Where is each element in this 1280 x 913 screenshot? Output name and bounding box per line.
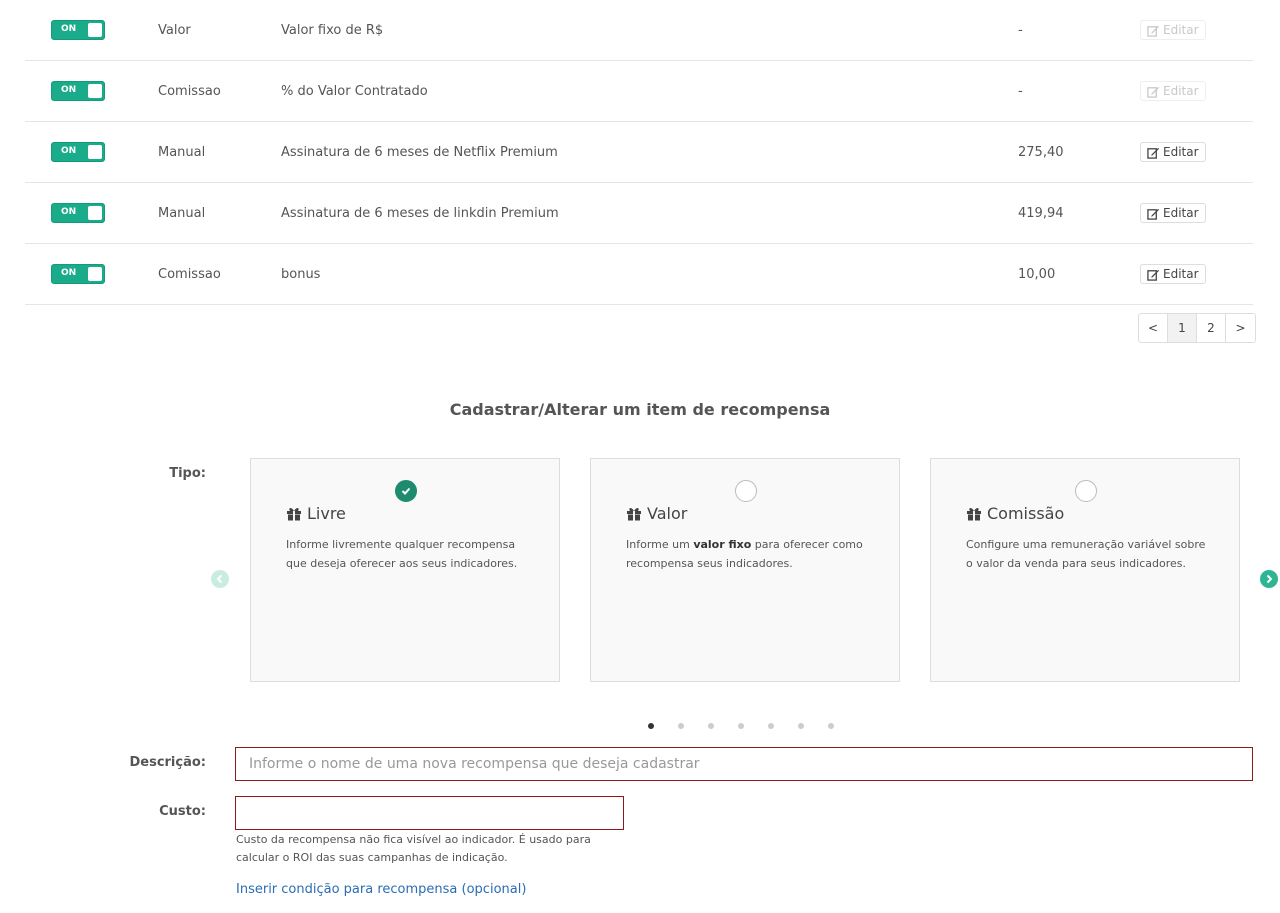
- table-row: ON Comissao % do Valor Contratado - Editar: [25, 61, 1253, 122]
- card-text: Configure uma remuneração variável sobre…: [966, 538, 1206, 570]
- table-row: ON Manual Assinatura de 6 meses de linkdin…: [25, 183, 1253, 244]
- edit-button-label: Editar: [1163, 84, 1199, 98]
- pagination-page-1[interactable]: 1: [1168, 314, 1197, 342]
- toggle-knob: [88, 23, 102, 37]
- selected-check-icon[interactable]: [395, 480, 417, 502]
- carousel-dots: [648, 723, 834, 729]
- reward-type-card-2[interactable]: Valor Informe um valor fixo para oferecer…: [590, 458, 900, 682]
- pagination: < 1 2 >: [1138, 313, 1256, 343]
- toggle-knob: [88, 206, 102, 220]
- pagination-page-2[interactable]: 2: [1197, 314, 1226, 342]
- table-row: ON Comissao bonus 10,00 Editar: [25, 244, 1253, 305]
- reward-value: 419,94: [1018, 205, 1064, 221]
- status-toggle[interactable]: ON: [51, 20, 105, 40]
- card-description: Configure uma remuneração variável sobre…: [966, 535, 1206, 573]
- status-toggle[interactable]: ON: [51, 81, 105, 101]
- carousel-dot[interactable]: [738, 723, 744, 729]
- custo-input[interactable]: [235, 796, 624, 830]
- card-title-text: Livre: [307, 504, 346, 523]
- carousel-dot[interactable]: [648, 723, 654, 729]
- status-toggle[interactable]: ON: [51, 264, 105, 284]
- card-title-text: Valor: [647, 504, 688, 523]
- toggle-label: ON: [61, 146, 77, 156]
- edit-button[interactable]: Editar: [1140, 142, 1206, 162]
- reward-description: bonus: [281, 266, 321, 282]
- reward-description: Valor fixo de R$: [281, 22, 384, 38]
- card-text-bold: valor fixo: [693, 538, 752, 551]
- edit-icon: [1147, 25, 1160, 37]
- tipo-label: Tipo:: [169, 466, 206, 481]
- reward-type: Valor: [158, 22, 191, 38]
- table-row: ON Manual Assinatura de 6 meses de Netflix…: [25, 122, 1253, 183]
- edit-icon: [1147, 147, 1160, 159]
- carousel-dot[interactable]: [798, 723, 804, 729]
- reward-value: 10,00: [1018, 266, 1056, 282]
- carousel-dot[interactable]: [828, 723, 834, 729]
- card-description: Informe livremente qualquer recompensa q…: [286, 535, 526, 573]
- reward-description: Assinatura de 6 meses de linkdin Premium: [281, 205, 559, 221]
- toggle-label: ON: [61, 268, 77, 278]
- reward-type: Comissao: [158, 83, 221, 99]
- card-text: Informe um: [626, 538, 694, 551]
- radio-button[interactable]: [1075, 480, 1097, 502]
- card-title: Comissão: [966, 504, 1064, 523]
- carousel-dot[interactable]: [768, 723, 774, 729]
- edit-button[interactable]: Editar: [1140, 264, 1206, 284]
- card-text: Informe livremente qualquer recompensa q…: [286, 538, 518, 570]
- reward-description: % do Valor Contratado: [281, 83, 428, 99]
- pagination-next[interactable]: >: [1226, 314, 1255, 342]
- edit-icon: [1147, 269, 1160, 281]
- reward-description: Assinatura de 6 meses de Netflix Premium: [281, 144, 558, 160]
- reward-value: 275,40: [1018, 144, 1064, 160]
- carousel-prev-arrow[interactable]: [211, 570, 229, 588]
- toggle-knob: [88, 84, 102, 98]
- edit-button-label: Editar: [1163, 23, 1199, 37]
- edit-button[interactable]: Editar: [1140, 203, 1206, 223]
- edit-button-label: Editar: [1163, 206, 1199, 220]
- carousel-next-arrow[interactable]: [1260, 570, 1278, 588]
- descricao-input[interactable]: Informe o nome de uma nova recompensa qu…: [235, 747, 1253, 781]
- toggle-label: ON: [61, 207, 77, 217]
- status-toggle[interactable]: ON: [51, 203, 105, 223]
- reward-type: Manual: [158, 205, 206, 221]
- insert-condition-link[interactable]: Inserir condição para recompensa (opcion…: [236, 882, 526, 897]
- edit-button[interactable]: Editar: [1140, 81, 1206, 101]
- edit-icon: [1147, 208, 1160, 220]
- gift-icon: [287, 507, 301, 521]
- toggle-label: ON: [61, 85, 77, 95]
- toggle-knob: [88, 267, 102, 281]
- form-title: Cadastrar/Alterar um item de recompensa: [449, 400, 831, 419]
- edit-icon: [1147, 86, 1160, 98]
- descricao-label: Descrição:: [129, 755, 206, 770]
- pagination-prev[interactable]: <: [1139, 314, 1168, 342]
- card-title: Valor: [626, 504, 687, 523]
- card-title-text: Comissão: [987, 504, 1065, 523]
- custo-label: Custo:: [159, 804, 206, 819]
- toggle-label: ON: [61, 24, 77, 34]
- reward-type: Comissao: [158, 266, 221, 282]
- edit-button[interactable]: Editar: [1140, 20, 1206, 40]
- chevron-right-icon: [1266, 574, 1273, 584]
- custo-help-text: Custo da recompensa não fica visível ao …: [236, 833, 591, 864]
- rewards-table: ON Valor Valor fixo de R$ - Editar ON Comissao…: [25, 0, 1253, 305]
- table-row: ON Valor Valor fixo de R$ - Editar: [25, 0, 1253, 61]
- gift-icon: [627, 507, 641, 521]
- carousel-dot[interactable]: [678, 723, 684, 729]
- reward-value: -: [1018, 22, 1023, 38]
- card-title: Livre: [286, 504, 346, 523]
- chevron-left-icon: [216, 574, 223, 584]
- carousel-dot[interactable]: [708, 723, 714, 729]
- toggle-knob: [88, 145, 102, 159]
- gift-icon: [967, 507, 981, 521]
- reward-type-card-1[interactable]: Livre Informe livremente qualquer recompe…: [250, 458, 560, 682]
- edit-button-label: Editar: [1163, 145, 1199, 159]
- reward-type-card-3[interactable]: Comissão Configure uma remuneração variáv…: [930, 458, 1240, 682]
- reward-type: Manual: [158, 144, 206, 160]
- status-toggle[interactable]: ON: [51, 142, 105, 162]
- card-description: Informe um valor fixo para oferecer como…: [626, 535, 866, 573]
- radio-button[interactable]: [735, 480, 757, 502]
- reward-value: -: [1018, 83, 1023, 99]
- edit-button-label: Editar: [1163, 267, 1199, 281]
